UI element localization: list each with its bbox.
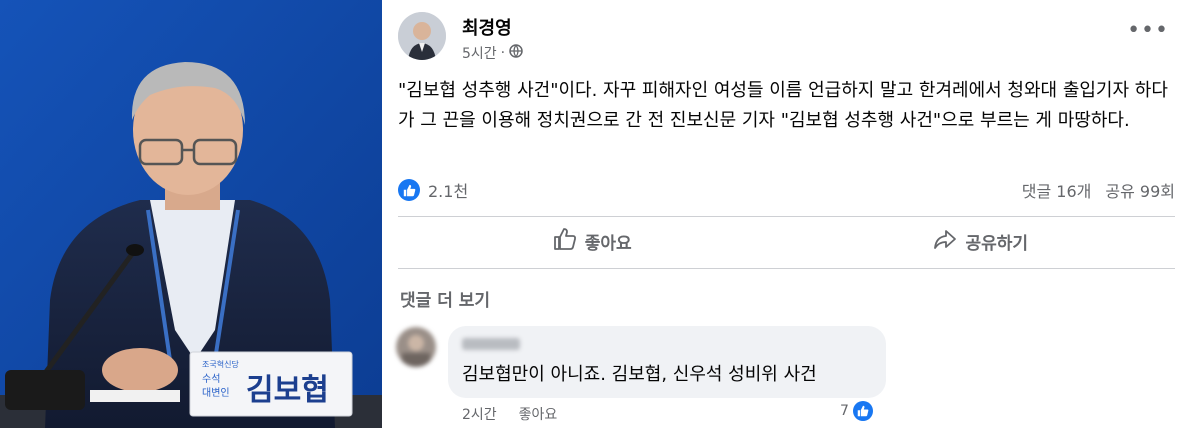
post-time[interactable]: 5시간 <box>462 43 497 63</box>
globe-icon <box>509 44 523 62</box>
nameplate-name: 김보협 <box>246 373 329 408</box>
comment-like-count: 7 <box>840 403 849 419</box>
like-reaction-icon <box>852 401 873 421</box>
post-body: "김보협 성추행 사건"이다. 자꾸 피해자인 여성들 이름 언급하지 말고 한… <box>398 80 1168 131</box>
meta-separator: · <box>500 45 506 61</box>
like-label: 좋아요 <box>584 233 632 254</box>
post-meta: 5시간 · <box>462 43 523 63</box>
comment-meta: 2시간 좋아요 <box>462 404 557 424</box>
commenter-name-blurred[interactable] <box>462 338 520 350</box>
comment-like-button[interactable]: 좋아요 <box>519 404 558 424</box>
like-button[interactable]: 좋아요 <box>398 218 787 264</box>
view-more-comments[interactable]: 댓글 더 보기 <box>400 286 490 311</box>
post-actions: 좋아요 공유하기 <box>398 218 1175 264</box>
divider <box>398 216 1175 217</box>
like-reaction-icon <box>398 179 420 201</box>
spokesperson-photo: 조국혁신당 수석 대변인 김보협 <box>0 0 382 428</box>
comment-time[interactable]: 2시간 <box>462 404 497 424</box>
nameplate-role-line1: 수석 <box>202 373 220 385</box>
facebook-post: 최경영 5시간 · ••• "김보협 성추행 사건"이다. 자꾸 피해자인 여성… <box>382 0 1191 428</box>
comment-likes[interactable]: 7 <box>840 401 873 421</box>
news-photo: 조국혁신당 수석 대변인 김보협 <box>0 0 382 428</box>
reaction-count[interactable]: 2.1천 <box>428 178 468 202</box>
share-icon <box>933 227 957 256</box>
comment-count[interactable]: 댓글 16개 <box>1022 178 1092 202</box>
share-label: 공유하기 <box>965 233 1029 254</box>
author-avatar[interactable] <box>398 12 446 60</box>
author-name[interactable]: 최경영 <box>462 14 512 40</box>
commenter-avatar[interactable] <box>396 327 436 367</box>
comment-text: 김보협만이 아니죠. 김보협, 신우석 성비위 사건 <box>462 364 817 385</box>
divider <box>398 268 1175 269</box>
thumbs-up-icon <box>553 227 577 256</box>
post-stats: 2.1천 댓글 16개 공유 99회 <box>398 176 1175 204</box>
nameplate-role-line2: 대변인 <box>202 387 230 399</box>
share-count[interactable]: 공유 99회 <box>1105 178 1175 202</box>
more-options-icon[interactable]: ••• <box>1127 18 1169 43</box>
comment-bubble: 김보협만이 아니죠. 김보협, 신우석 성비위 사건 <box>448 326 886 398</box>
share-button[interactable]: 공유하기 <box>787 218 1176 264</box>
nameplate-party: 조국혁신당 <box>202 359 239 369</box>
